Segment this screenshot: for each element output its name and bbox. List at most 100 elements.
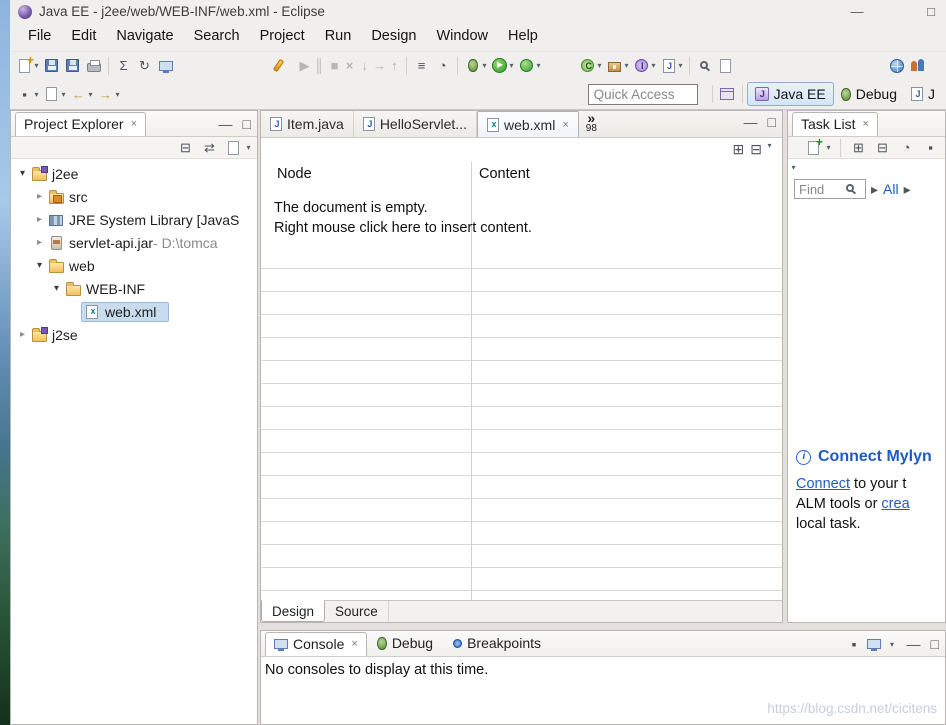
- menu-window[interactable]: Window: [426, 24, 498, 48]
- column-header-content[interactable]: Content: [479, 166, 530, 182]
- new-interface-dropdown-icon[interactable]: [649, 61, 658, 70]
- new-class-dropdown-icon[interactable]: [595, 61, 604, 70]
- connect-link[interactable]: Connect: [796, 476, 850, 492]
- perspective-debug[interactable]: Debug: [834, 83, 904, 105]
- tree-item-src[interactable]: src: [11, 185, 257, 208]
- expand-all-icon[interactable]: [733, 141, 745, 158]
- menu-navigate[interactable]: Navigate: [106, 24, 183, 48]
- debug-dropdown-icon[interactable]: [480, 61, 489, 70]
- minimize-view-icon[interactable]: [219, 116, 233, 132]
- run-dropdown-icon[interactable]: [507, 61, 516, 70]
- new-wizard-button[interactable]: [14, 53, 35, 76]
- selected-tree-item[interactable]: web.xml: [81, 301, 170, 322]
- terminal-icon[interactable]: [155, 56, 176, 76]
- menu-project[interactable]: Project: [250, 24, 315, 48]
- profile-button[interactable]: [432, 56, 453, 76]
- quick-access-input[interactable]: [587, 83, 698, 105]
- tree-item-jre-library[interactable]: JRE System Library [JavaS: [11, 208, 257, 231]
- expander-icon[interactable]: [32, 260, 47, 271]
- open-perspective-button[interactable]: [717, 84, 738, 104]
- maximize-editor-icon[interactable]: [768, 114, 776, 130]
- step-over-button[interactable]: [372, 56, 387, 76]
- expander-icon[interactable]: [49, 283, 64, 294]
- menu-file[interactable]: File: [18, 24, 61, 48]
- forward-dropdown-icon[interactable]: [113, 90, 122, 99]
- console-tab[interactable]: Console: [265, 632, 367, 656]
- view-menu-icon[interactable]: [244, 143, 253, 152]
- focus-on-workweek-icon[interactable]: [896, 138, 917, 158]
- last-edit-dropdown-icon[interactable]: [59, 90, 68, 99]
- step-into-button[interactable]: [357, 56, 372, 76]
- open-type-button[interactable]: [694, 56, 715, 76]
- run-history-icon[interactable]: [411, 56, 432, 76]
- maximize-view-icon[interactable]: [931, 636, 939, 652]
- scheduled-view-icon[interactable]: [872, 138, 893, 158]
- print-button[interactable]: [83, 56, 104, 76]
- coverage-dropdown-icon[interactable]: [534, 61, 543, 70]
- minimize-button[interactable]: [848, 4, 866, 19]
- save-all-button[interactable]: [62, 56, 83, 76]
- tree-item-web[interactable]: web: [11, 254, 257, 277]
- link-with-editor-icon[interactable]: [199, 138, 220, 158]
- terminate-button[interactable]: [327, 56, 342, 76]
- perspective-java[interactable]: J: [904, 83, 942, 105]
- tree-item-web-inf[interactable]: WEB-INF: [11, 277, 257, 300]
- expander-icon[interactable]: [32, 237, 47, 248]
- debug-tab[interactable]: Debug: [367, 632, 443, 656]
- new-task-button[interactable]: [803, 135, 824, 158]
- menu-help[interactable]: Help: [498, 24, 548, 48]
- menu-design[interactable]: Design: [361, 24, 426, 48]
- breakpoints-tab[interactable]: Breakpoints: [443, 632, 551, 656]
- new-package-dropdown-icon[interactable]: [622, 61, 631, 70]
- editor-overflow-button[interactable]: » 98: [579, 111, 604, 137]
- perspective-java-ee[interactable]: Java EE: [746, 82, 834, 106]
- find-box[interactable]: [794, 179, 866, 199]
- pin-editor-dropdown-icon[interactable]: [32, 90, 41, 99]
- hide-completed-icon[interactable]: [920, 138, 941, 158]
- menu-run[interactable]: Run: [315, 24, 362, 48]
- step-return-button[interactable]: [387, 56, 402, 76]
- tree-item-j2se[interactable]: j2se: [11, 323, 257, 346]
- minimize-view-icon[interactable]: [907, 636, 921, 652]
- search-button[interactable]: [268, 56, 289, 76]
- menu-edit[interactable]: Edit: [61, 24, 106, 48]
- editor-tab-web-xml[interactable]: web.xml: [476, 111, 579, 137]
- save-button[interactable]: [41, 56, 62, 76]
- collaboration-button[interactable]: [907, 56, 928, 76]
- expander-icon[interactable]: [15, 168, 30, 179]
- column-header-node[interactable]: Node: [277, 166, 473, 182]
- task-list-tab[interactable]: Task List: [792, 112, 878, 136]
- prev-filter-icon[interactable]: [871, 181, 878, 198]
- maximize-view-icon[interactable]: [243, 116, 251, 132]
- web-browser-button[interactable]: [886, 56, 907, 76]
- new-file-button[interactable]: [715, 56, 736, 76]
- resume-button[interactable]: [297, 56, 312, 76]
- create-link[interactable]: crea: [881, 496, 909, 512]
- suspend-button[interactable]: [312, 56, 327, 76]
- categorized-view-icon[interactable]: [848, 138, 869, 158]
- close-icon[interactable]: [562, 119, 568, 131]
- focus-icon[interactable]: [223, 138, 244, 158]
- close-icon[interactable]: [862, 118, 868, 130]
- collapse-all-icon[interactable]: [750, 141, 762, 158]
- refresh-icon[interactable]: [134, 56, 155, 76]
- open-console-icon[interactable]: [866, 639, 881, 651]
- xml-design-editor[interactable]: Node Content The document is empty. Righ…: [261, 138, 782, 600]
- new-task-dropdown-icon[interactable]: [824, 143, 833, 152]
- disconnect-button[interactable]: [342, 56, 357, 76]
- menu-search[interactable]: Search: [184, 24, 250, 48]
- back-dropdown-icon[interactable]: [86, 90, 95, 99]
- tab-design[interactable]: Design: [261, 600, 326, 622]
- pin-console-icon[interactable]: [852, 636, 857, 652]
- tab-source[interactable]: Source: [325, 601, 389, 622]
- expander-icon[interactable]: [15, 329, 30, 340]
- close-icon[interactable]: [131, 118, 137, 130]
- find-input[interactable]: [799, 181, 845, 197]
- close-icon[interactable]: [351, 638, 357, 650]
- expander-icon[interactable]: [32, 191, 47, 202]
- next-filter-icon[interactable]: [904, 181, 911, 198]
- title-bar[interactable]: Java EE - j2ee/web/WEB-INF/web.xml - Ecl…: [10, 0, 946, 21]
- collapse-all-icon[interactable]: [175, 138, 196, 158]
- view-menu-icon[interactable]: [789, 163, 798, 172]
- project-explorer-tab[interactable]: Project Explorer: [15, 112, 147, 136]
